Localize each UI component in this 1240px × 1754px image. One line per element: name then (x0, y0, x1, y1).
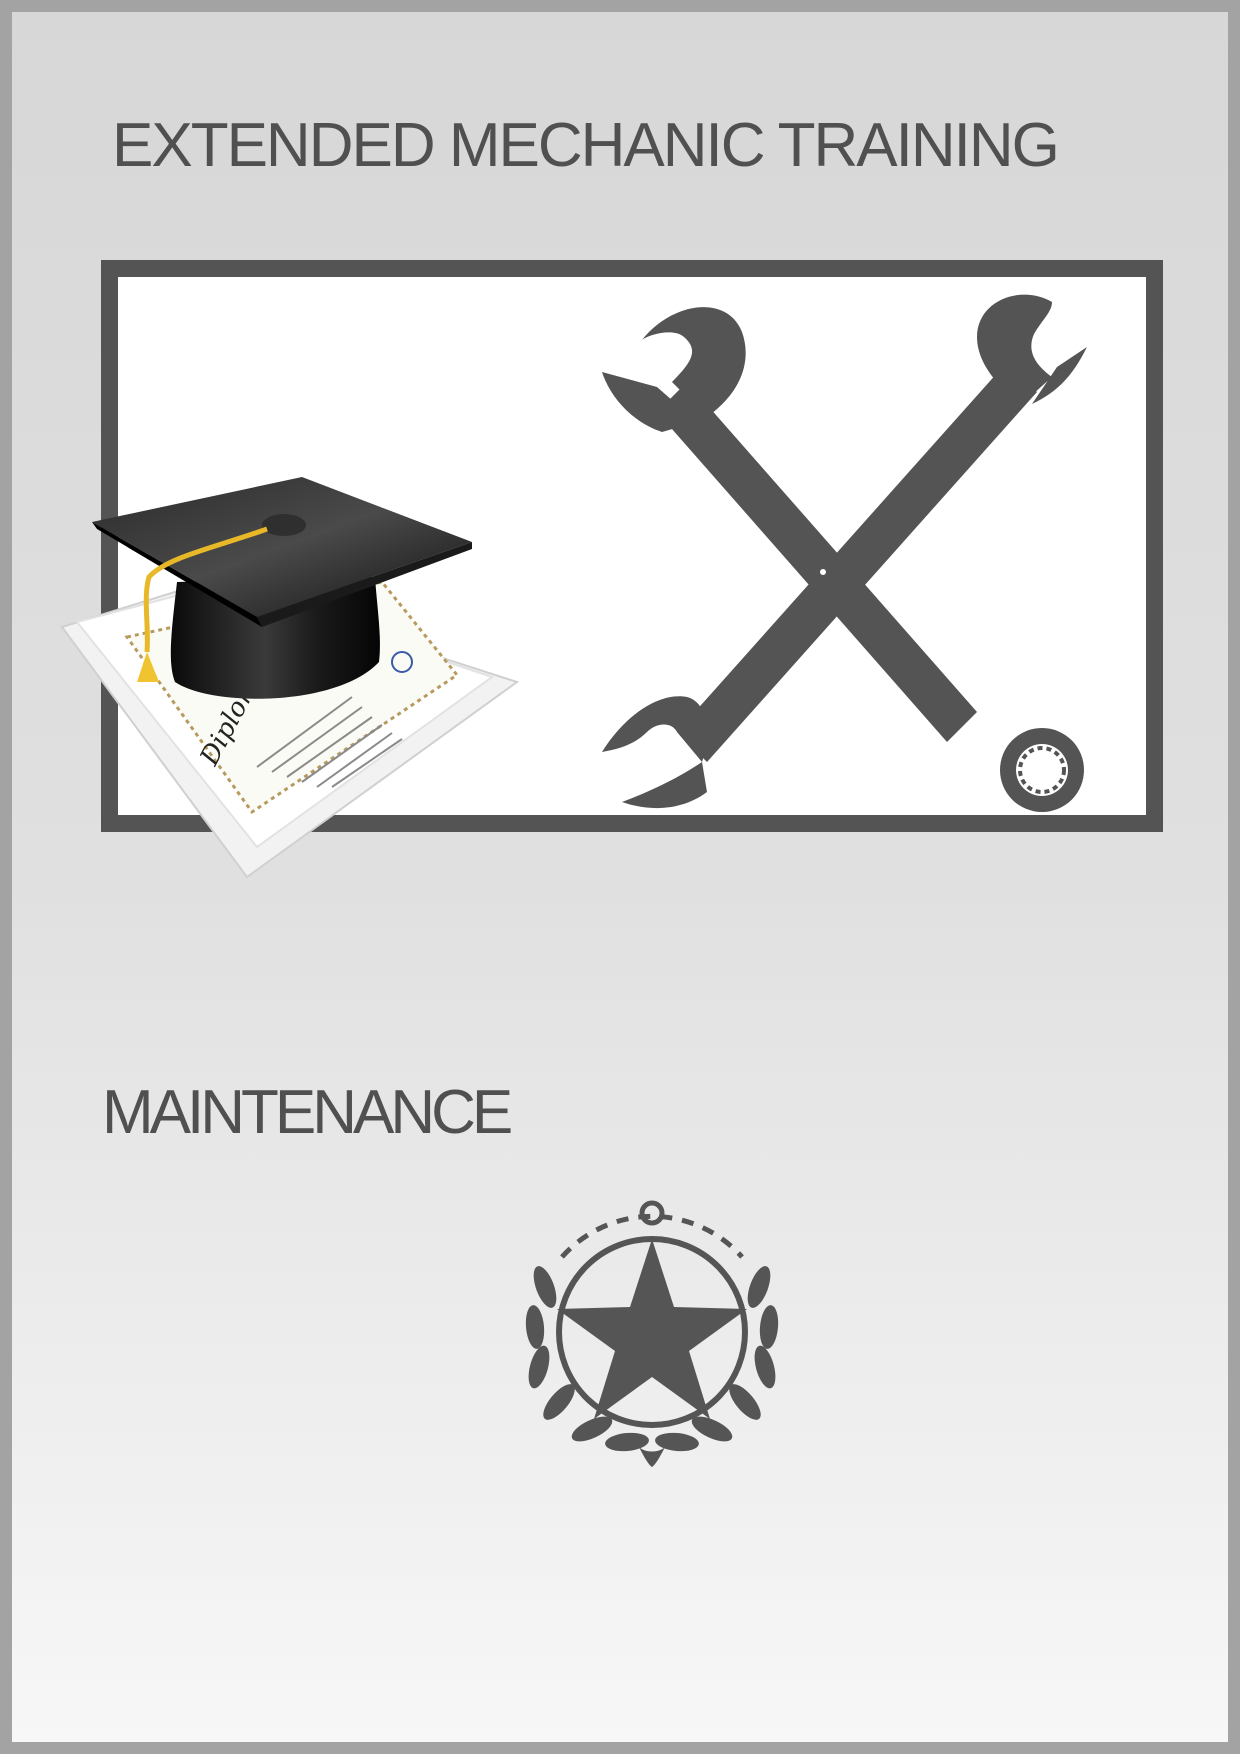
section-label: MAINTENANCE (102, 1078, 513, 1147)
page-title: EXTENDED MECHANIC TRAINING (112, 111, 1060, 180)
training-card: EXTENDED MECHANIC TRAINING Diploma MAINT… (12, 12, 1228, 1742)
crossed-wrenches-icon (602, 294, 1087, 812)
star-emblem-icon (525, 1200, 779, 1467)
graduation-cap-icon: Diploma (60, 477, 520, 879)
